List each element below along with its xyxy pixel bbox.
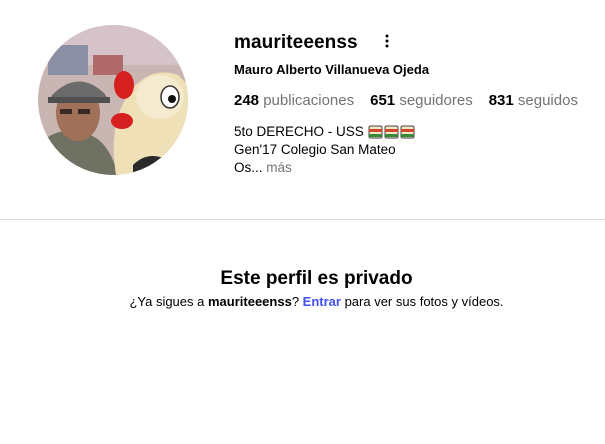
private-msg-mid: ?	[291, 294, 303, 309]
private-msg-prefix: ¿Ya sigues a	[129, 294, 208, 309]
stat-following[interactable]: 831 seguidos	[489, 92, 578, 109]
bio-line-1: 5to DERECHO - USS	[234, 123, 416, 141]
profile-bio: 5to DERECHO - USS Gen'17 Colegio San Mat…	[234, 123, 416, 177]
login-link[interactable]: Entrar	[303, 294, 341, 309]
stat-following-count: 831	[488, 92, 514, 109]
profile-username: mauriteeenss	[234, 32, 358, 53]
bio-line-3: Os... más	[234, 159, 416, 177]
stat-posts: 248 publicaciones	[234, 92, 354, 109]
profile-full-name: Mauro Alberto Villanueva Ojeda	[234, 62, 430, 77]
more-options-button[interactable]	[381, 33, 393, 49]
bio-line-1-text: 5to DERECHO - USS	[234, 124, 364, 139]
username-row: mauriteeenss	[234, 32, 358, 54]
private-profile-message: ¿Ya sigues a mauriteeenss? Entrar para v…	[0, 294, 605, 309]
books-icon	[368, 125, 416, 139]
private-msg-username: mauriteeenss	[207, 294, 292, 309]
bio-line-2-text: Gen'17 Colegio San Mateo	[234, 142, 396, 157]
stat-followers[interactable]: 651 seguidores	[370, 92, 473, 109]
bio-line-3-text: Os...	[234, 160, 263, 175]
bio-line-2: Gen'17 Colegio San Mateo	[234, 141, 416, 159]
profile-stats: 248 publicaciones 651 seguidores 831 seg…	[234, 92, 578, 109]
stat-followers-label: seguidores	[399, 92, 473, 109]
bio-more-link[interactable]: más	[266, 159, 292, 177]
stat-following-label: seguidos	[517, 92, 578, 109]
more-vertical-icon	[385, 34, 389, 48]
stat-posts-count: 248	[234, 92, 260, 109]
stat-posts-label: publicaciones	[263, 92, 355, 109]
stat-followers-count: 651	[370, 92, 396, 109]
private-msg-suffix: para ver sus fotos y vídeos.	[340, 294, 504, 309]
private-profile-title: Este perfil es privado	[220, 268, 413, 289]
section-divider	[0, 219, 605, 220]
profile-avatar[interactable]	[38, 25, 188, 175]
profile-photo	[38, 25, 188, 175]
